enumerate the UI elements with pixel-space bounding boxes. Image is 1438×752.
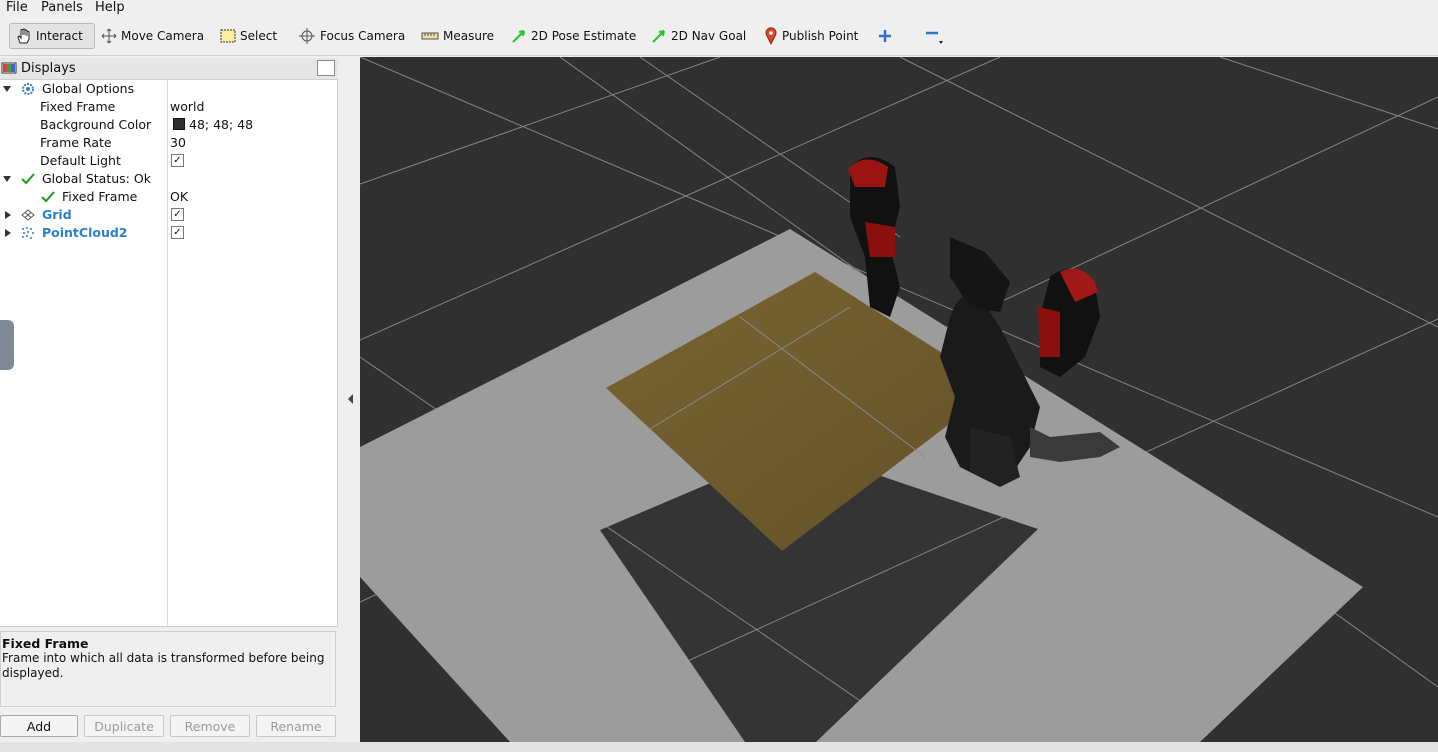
grid-checkbox[interactable]: ✓ — [171, 208, 184, 221]
interact-tool-button[interactable]: Interact — [9, 23, 95, 49]
fixed-frame-value[interactable]: world — [170, 98, 204, 116]
grid-label: Grid — [42, 207, 72, 222]
pointcloud-icon — [22, 227, 34, 239]
select-icon — [220, 29, 236, 43]
green-arrow-icon — [512, 30, 525, 43]
publish-point-label: Publish Point — [782, 29, 859, 43]
measure-button[interactable]: Measure — [421, 23, 494, 49]
description-title: Fixed Frame — [2, 636, 89, 651]
tree-row-frame-rate[interactable]: Frame Rate 30 — [0, 134, 337, 152]
tree-row-default-light[interactable]: Default Light ✓ — [0, 152, 337, 170]
pointcloud2-label: PointCloud2 — [42, 225, 128, 240]
undock-button[interactable] — [317, 60, 335, 76]
remove-tool-button[interactable] — [924, 23, 950, 49]
interact-label: Interact — [36, 29, 83, 43]
tree-row-pointcloud2[interactable]: PointCloud2 ✓ — [0, 224, 337, 242]
global-options-label: Global Options — [42, 81, 135, 96]
frame-rate-value[interactable]: 30 — [170, 134, 186, 152]
tree-row-fixed-frame[interactable]: Fixed Frame world — [0, 98, 337, 116]
fixed-frame-label: Fixed Frame — [40, 99, 116, 114]
menu-help[interactable]: Help — [95, 0, 125, 16]
scene-canvas — [360, 57, 1438, 742]
gear-icon — [22, 83, 34, 95]
nav-goal-label: 2D Nav Goal — [671, 29, 747, 43]
collapse-panel-arrow-icon[interactable] — [348, 394, 353, 404]
checkmark-icon — [21, 173, 35, 185]
tree-row-status-fixed-frame[interactable]: Fixed Frame OK — [0, 188, 337, 206]
minus-icon — [926, 31, 943, 44]
default-light-checkbox[interactable]: ✓ — [171, 154, 184, 167]
focus-camera-label: Focus Camera — [320, 29, 406, 43]
add-tool-button[interactable] — [878, 23, 896, 49]
tree-row-global-options[interactable]: Global Options — [0, 80, 337, 98]
displays-title: Displays — [21, 61, 76, 76]
background-color-text: 48; 48; 48 — [189, 117, 254, 132]
expand-arrow-icon[interactable] — [3, 176, 11, 182]
description-text: Frame into which all data is transformed… — [2, 651, 325, 680]
tree-row-background-color[interactable]: Background Color 48; 48; 48 — [0, 116, 337, 134]
color-swatch — [173, 118, 185, 130]
hand-icon — [17, 28, 30, 44]
map-pin-icon — [765, 27, 777, 45]
background-color-label: Background Color — [40, 117, 152, 132]
select-button[interactable]: Select — [220, 23, 277, 49]
plus-icon — [879, 30, 891, 42]
select-label: Select — [240, 29, 278, 43]
focus-camera-icon — [299, 28, 315, 44]
duplicate-button[interactable]: Duplicate — [84, 715, 164, 737]
background-color-value[interactable]: 48; 48; 48 — [173, 116, 253, 134]
pose-estimate-label: 2D Pose Estimate — [531, 29, 637, 43]
displays-tree: Global Options Fixed Frame world Backgro… — [0, 80, 338, 627]
expand-arrow-icon[interactable] — [3, 86, 11, 92]
toolbar: Interact Move Camera Select Focus Camera… — [0, 17, 1438, 56]
move-camera-label: Move Camera — [121, 29, 205, 43]
menu-panels[interactable]: Panels — [41, 0, 83, 16]
pose-estimate-button[interactable]: 2D Pose Estimate — [511, 23, 636, 49]
status-fixed-frame-label: Fixed Frame — [62, 189, 138, 204]
status-fixed-frame-value: OK — [170, 189, 189, 204]
tree-row-grid[interactable]: Grid ✓ — [0, 206, 337, 224]
render-view-3d[interactable] — [360, 57, 1438, 742]
measure-label: Measure — [443, 29, 494, 43]
expand-arrow-icon[interactable] — [5, 211, 11, 219]
green-arrow-icon — [652, 30, 665, 43]
move-camera-icon — [101, 28, 117, 44]
global-status-label: Global Status: Ok — [42, 171, 151, 186]
nav-goal-button[interactable]: 2D Nav Goal — [651, 23, 746, 49]
add-button[interactable]: Add — [0, 715, 78, 737]
menu-bar: File Panels Help — [0, 0, 1438, 16]
menu-file[interactable]: File — [6, 0, 28, 16]
side-panel-tab[interactable] — [0, 320, 14, 370]
pointcloud2-checkbox[interactable]: ✓ — [171, 226, 184, 239]
frame-rate-label: Frame Rate — [40, 135, 112, 150]
status-bar — [0, 742, 1438, 752]
displays-panel-header: Displays — [0, 58, 338, 80]
rename-button[interactable]: Rename — [256, 715, 336, 737]
focus-camera-button[interactable]: Focus Camera — [298, 23, 405, 49]
property-description: Fixed Frame Frame into which all data is… — [0, 631, 336, 707]
default-light-label: Default Light — [40, 153, 121, 168]
ruler-icon — [421, 32, 439, 40]
move-camera-button[interactable]: Move Camera — [101, 23, 204, 49]
expand-arrow-icon[interactable] — [5, 229, 11, 237]
remove-button[interactable]: Remove — [170, 715, 250, 737]
monitor-icon — [1, 62, 17, 73]
checkmark-icon — [41, 191, 55, 203]
publish-point-button[interactable]: Publish Point — [764, 23, 858, 49]
tree-row-global-status[interactable]: Global Status: Ok — [0, 170, 337, 188]
grid-icon — [21, 209, 35, 221]
